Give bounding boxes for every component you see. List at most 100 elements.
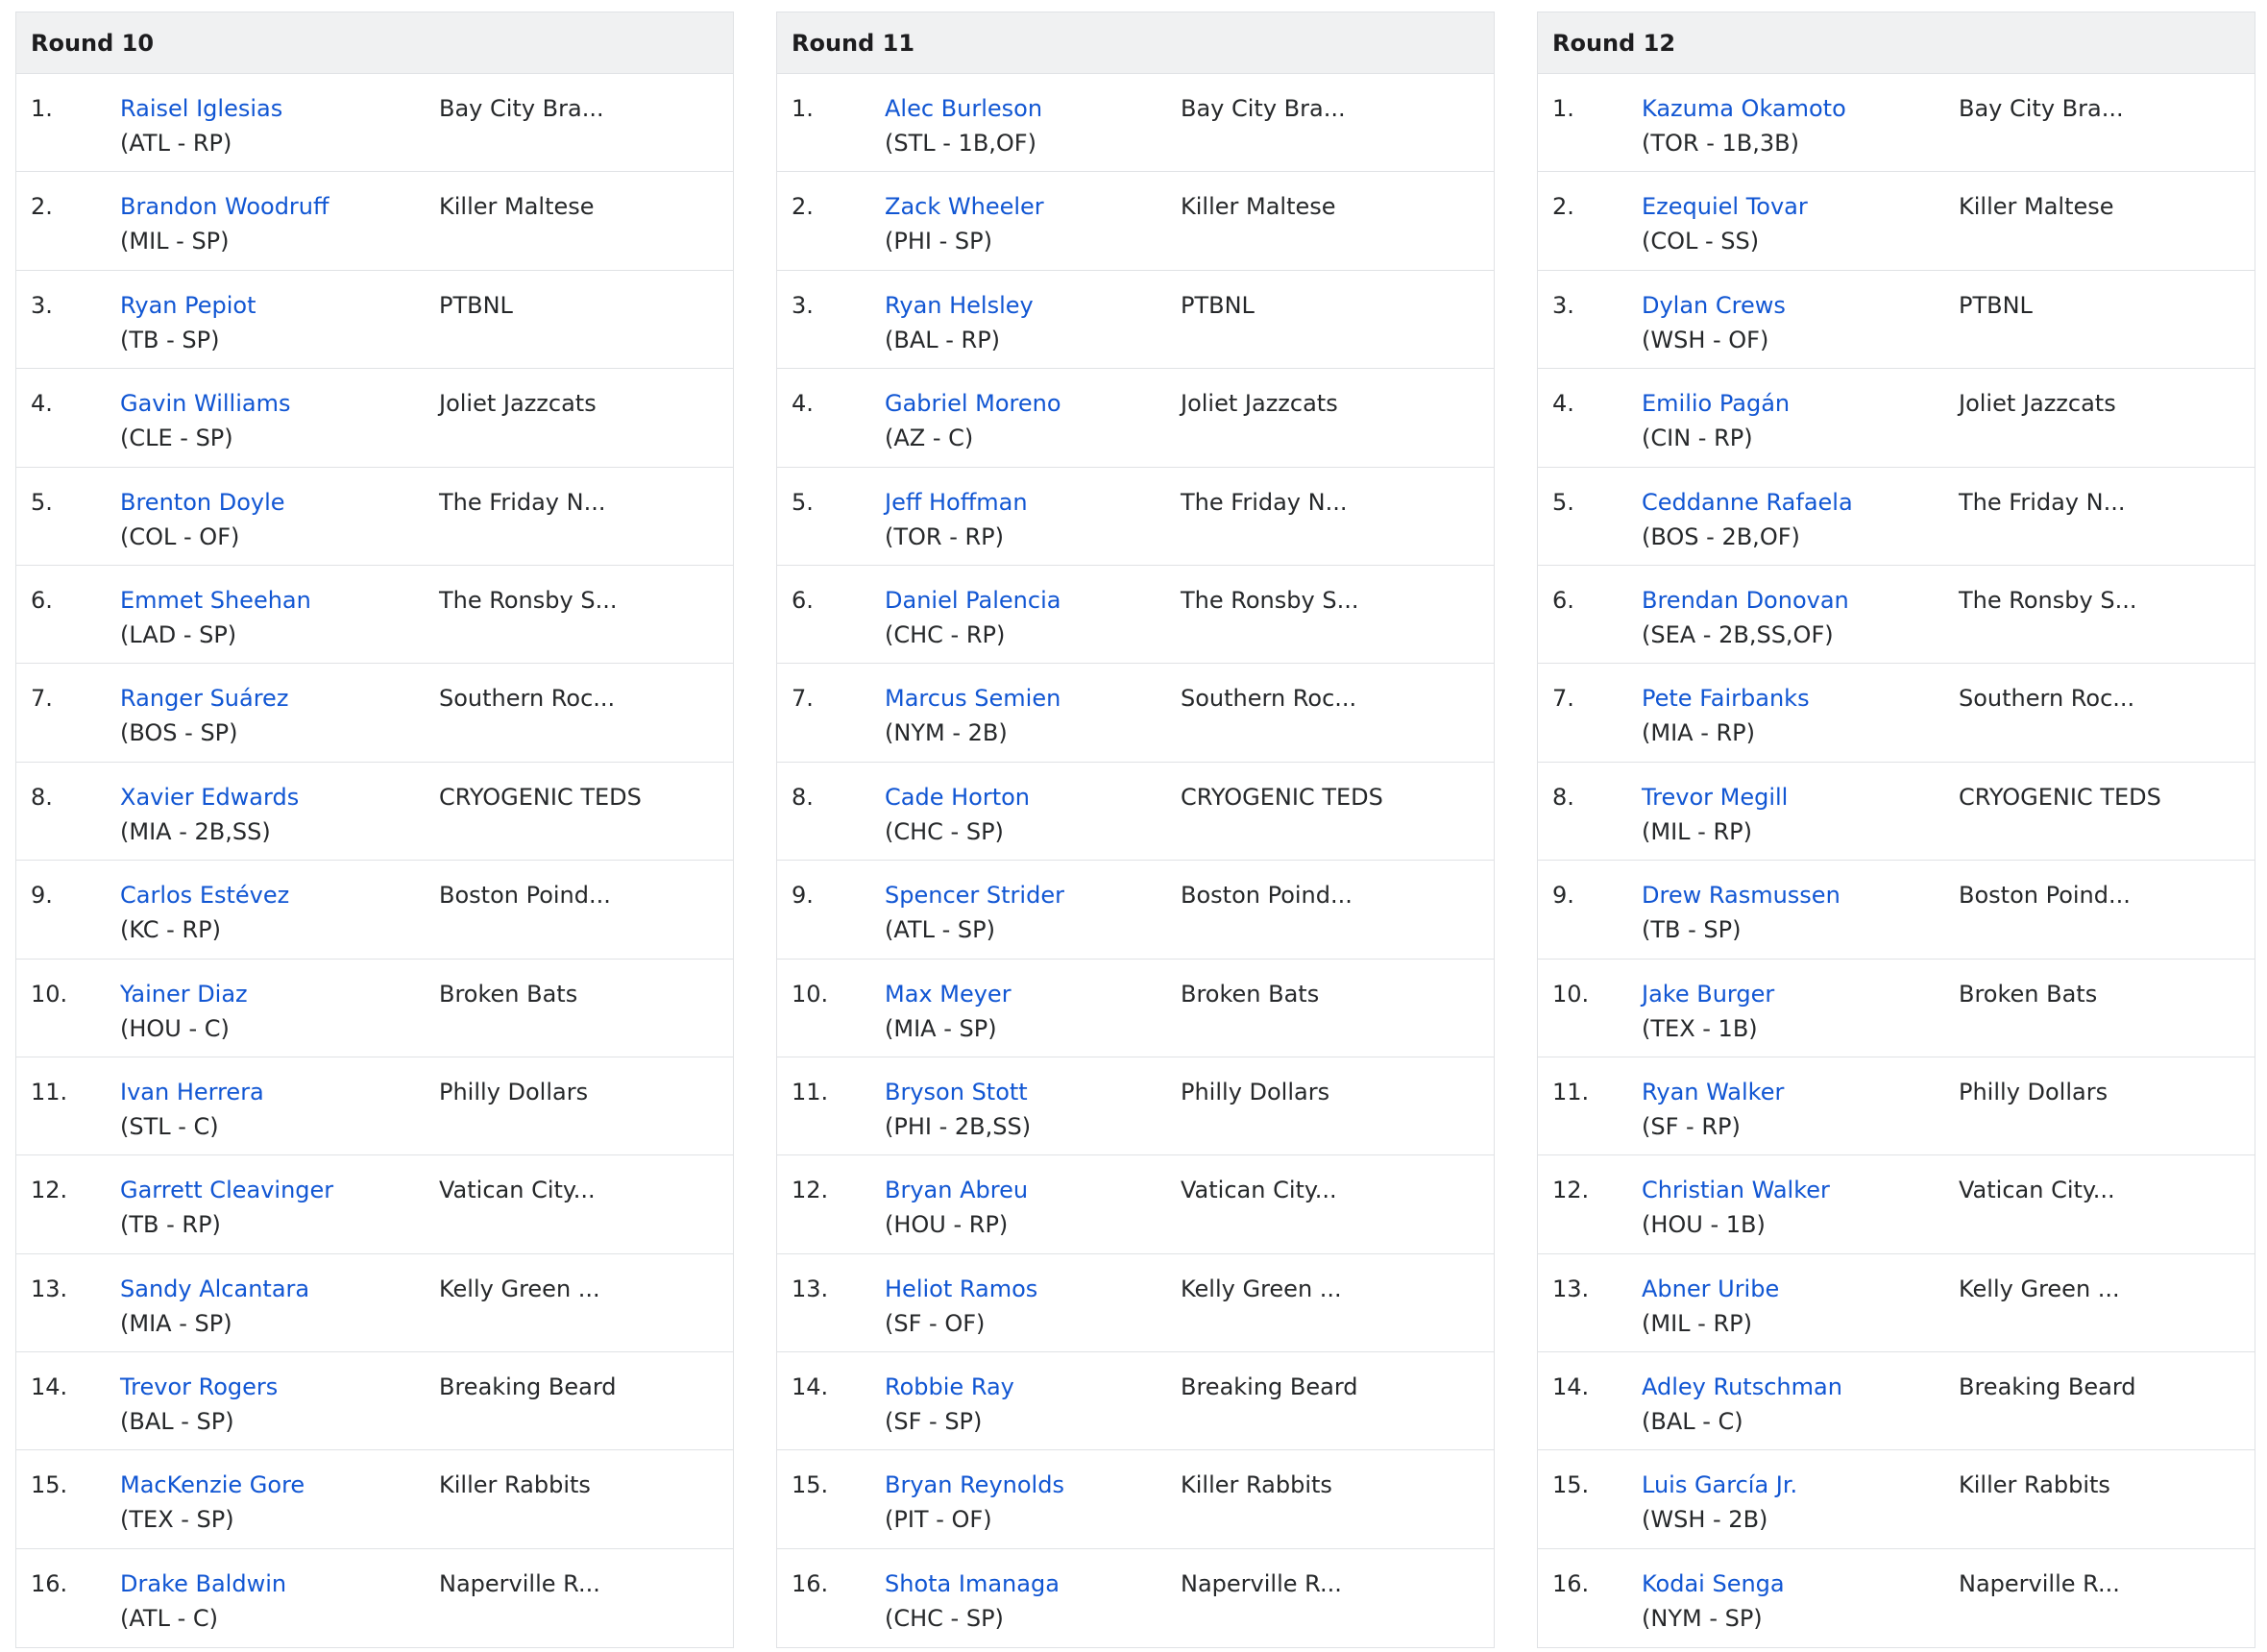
player-name-link[interactable]: Max Meyer [885,977,1012,1011]
player-name-link[interactable]: Brandon Woodruff [120,189,329,224]
player-name-link[interactable]: Alec Burleson [885,91,1042,126]
round-title: Round 12 [1538,12,2255,74]
player-name-link[interactable]: Trevor Megill [1642,780,1788,814]
player-name-link[interactable]: Zack Wheeler [885,189,1044,224]
player-cell: Kodai Senga (NYM - SP) [1642,1567,1785,1636]
pick-number: 5. [792,488,814,516]
player-name-link[interactable]: Gabriel Moreno [885,386,1061,421]
player-name-link[interactable]: Brenton Doyle [120,485,285,520]
player-name-link[interactable]: Ryan Pepiot [120,288,256,323]
player-cell: Drake Baldwin (ATL - C) [120,1567,286,1636]
player-team-position: (STL - 1B,OF) [885,130,1036,157]
player-name-link[interactable]: Dylan Crews [1642,288,1786,323]
player-name-link[interactable]: Ceddanne Rafaela [1642,485,1853,520]
player-name-link[interactable]: Cade Horton [885,780,1030,814]
player-name-link[interactable]: Raisel Iglesias [120,91,282,126]
player-name-link[interactable]: Adley Rutschman [1642,1370,1842,1404]
player-name-link[interactable]: Kazuma Okamoto [1642,91,1846,126]
fantasy-team-name: Philly Dollars [439,1078,589,1105]
player-name-link[interactable]: Ranger Suárez [120,681,288,716]
player-name-link[interactable]: Christian Walker [1642,1173,1830,1207]
player-name-link[interactable]: Ryan Walker [1642,1075,1784,1109]
player-name-link[interactable]: Brendan Donovan [1642,583,1849,618]
player-name-link[interactable]: Shota Imanaga [885,1567,1060,1601]
player-cell: Garrett Cleavinger (TB - RP) [120,1173,333,1242]
player-cell: Ceddanne Rafaela (BOS - 2B,OF) [1642,485,1853,554]
fantasy-team-name: CRYOGENIC TEDS [1959,783,2161,811]
player-team-position: (WSH - OF) [1642,326,1769,353]
pick-number: 11. [792,1078,829,1105]
pick-row: 14. Robbie Ray (SF - SP) Breaking Beard [777,1352,1494,1451]
pick-number: 2. [31,193,53,221]
player-cell: Trevor Rogers (BAL - SP) [120,1370,278,1439]
player-name-link[interactable]: Pete Fairbanks [1642,681,1810,716]
player-name-link[interactable]: Marcus Semien [885,681,1060,716]
pick-row: 4. Gabriel Moreno (AZ - C) Joliet Jazzcats [777,369,1494,468]
player-team-position: (BOS - SP) [120,719,238,747]
player-team-position: (SEA - 2B,SS,OF) [1642,620,1834,648]
player-name-link[interactable]: Trevor Rogers [120,1370,278,1404]
player-name-link[interactable]: Bryan Reynolds [885,1468,1064,1502]
pick-number: 3. [31,291,53,319]
player-name-link[interactable]: Ezequiel Tovar [1642,189,1808,224]
pick-number: 15. [792,1471,829,1499]
fantasy-team-name: Philly Dollars [1959,1078,2109,1105]
player-name-link[interactable]: Sandy Alcantara [120,1272,309,1306]
pick-number: 12. [1552,1177,1590,1204]
player-name-link[interactable]: Drake Baldwin [120,1567,286,1601]
fantasy-team-name: Killer Maltese [1959,193,2114,221]
fantasy-team-name: Breaking Beard [439,1373,617,1401]
player-team-position: (COL - OF) [120,522,240,550]
fantasy-team-name: Vatican City... [439,1177,596,1204]
player-name-link[interactable]: Spencer Strider [885,878,1064,912]
pick-row: 16. Kodai Senga (NYM - SP) Naperville R... [1538,1549,2255,1647]
player-name-link[interactable]: Abner Uribe [1642,1272,1779,1306]
pick-number: 8. [1552,783,1574,811]
player-cell: Spencer Strider (ATL - SP) [885,878,1064,947]
player-name-link[interactable]: Garrett Cleavinger [120,1173,333,1207]
player-name-link[interactable]: Drew Rasmussen [1642,878,1840,912]
pick-number: 9. [1552,882,1574,910]
player-name-link[interactable]: Emmet Sheehan [120,583,311,618]
fantasy-team-name: Bay City Bra... [1959,95,2124,122]
fantasy-team-name: Kelly Green ... [1181,1275,1342,1302]
player-name-link[interactable]: Gavin Williams [120,386,290,421]
player-name-link[interactable]: Carlos Estévez [120,878,289,912]
fantasy-team-name: The Ronsby S... [1959,586,2137,614]
player-team-position: (LAD - SP) [120,620,237,648]
player-team-position: (BAL - SP) [120,1408,234,1436]
player-name-link[interactable]: Kodai Senga [1642,1567,1785,1601]
player-name-link[interactable]: Luis García Jr. [1642,1468,1797,1502]
player-name-link[interactable]: Bryson Stott [885,1075,1031,1109]
fantasy-team-name: Naperville R... [1181,1569,1342,1597]
fantasy-team-name: Killer Rabbits [439,1471,591,1499]
player-name-link[interactable]: Ryan Helsley [885,288,1034,323]
player-name-link[interactable]: Emilio Pagán [1642,386,1790,421]
pick-row: 8. Xavier Edwards (MIA - 2B,SS) CRYOGENIC T… [16,763,733,862]
fantasy-team-name: CRYOGENIC TEDS [439,783,642,811]
round-title: Round 11 [777,12,1494,74]
player-name-link[interactable]: Robbie Ray [885,1370,1014,1404]
player-cell: Heliot Ramos (SF - OF) [885,1272,1037,1341]
player-name-link[interactable]: Yainer Diaz [120,977,248,1011]
player-cell: Bryan Reynolds (PIT - OF) [885,1468,1064,1537]
fantasy-team-name: Killer Maltese [439,193,595,221]
player-name-link[interactable]: Jake Burger [1642,977,1774,1011]
player-name-link[interactable]: Bryan Abreu [885,1173,1028,1207]
player-team-position: (TB - SP) [1642,916,1742,944]
player-name-link[interactable]: MacKenzie Gore [120,1468,305,1502]
fantasy-team-name: Boston Poind... [1959,882,2131,910]
player-name-link[interactable]: Xavier Edwards [120,780,299,814]
pick-row: 5. Ceddanne Rafaela (BOS - 2B,OF) The Frida… [1538,468,2255,566]
pick-row: 9. Spencer Strider (ATL - SP) Boston Poind.… [777,861,1494,960]
player-name-link[interactable]: Heliot Ramos [885,1272,1037,1306]
player-team-position: (AZ - C) [885,425,974,452]
player-name-link[interactable]: Ivan Herrera [120,1075,264,1109]
player-cell: Drew Rasmussen (TB - SP) [1642,878,1840,947]
pick-row: 2. Brandon Woodruff (MIL - SP) Killer Malte… [16,172,733,271]
pick-number: 16. [31,1569,68,1597]
player-name-link[interactable]: Daniel Palencia [885,583,1060,618]
player-team-position: (TEX - SP) [120,1506,234,1534]
player-name-link[interactable]: Jeff Hoffman [885,485,1028,520]
player-team-position: (ATL - RP) [120,130,232,157]
